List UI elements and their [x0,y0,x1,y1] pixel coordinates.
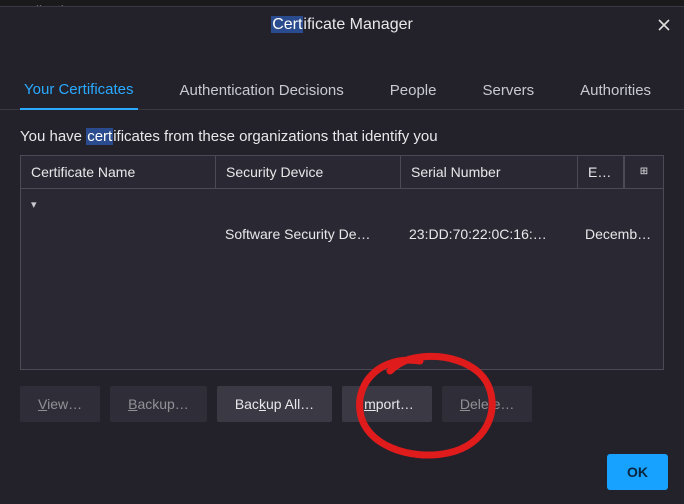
column-picker-icon[interactable]: ⊞ [624,156,663,188]
ok-button[interactable]: OK [607,454,668,490]
certificate-manager-dialog: Certificate Manager Your Certificates Au… [0,6,684,504]
table-group-row[interactable]: ▾ [21,189,663,219]
tab-authentication-decisions[interactable]: Authentication Decisions [176,72,348,109]
close-icon [657,18,671,32]
desc-post: ificates from these organizations that i… [113,128,437,145]
table-row[interactable]: Software Security De… 23:DD:70:22:0C:16:… [21,219,663,249]
description-text: You have certificates from these organiz… [0,110,684,155]
tab-people[interactable]: People [386,72,441,109]
dialog-footer: OK [607,454,668,490]
cell-security-device: Software Security De… [215,226,399,242]
tab-your-certificates[interactable]: Your Certificates [20,71,138,110]
backup-all-button[interactable]: Backup All… [217,386,332,422]
desc-highlight: cert [86,128,113,145]
titlebar: Certificate Manager [0,7,684,43]
tab-authorities[interactable]: Authorities [576,72,655,109]
chevron-down-icon[interactable]: ▾ [21,198,37,211]
delete-button[interactable]: Delete… [442,386,532,422]
table-body[interactable]: ▾ Software Security De… 23:DD:70:22:0C:1… [21,189,663,369]
col-certificate-name[interactable]: Certificate Name [21,156,216,188]
col-serial-number[interactable]: Serial Number [401,156,578,188]
import-button[interactable]: Import… [342,386,432,422]
tab-servers[interactable]: Servers [478,72,538,109]
view-button[interactable]: View… [20,386,100,422]
cell-serial-number: 23:DD:70:22:0C:16:… [399,226,575,242]
action-button-row: View… Backup… Backup All… Import… Delete… [0,370,684,422]
desc-pre: You have [20,128,86,145]
certificates-table: Certificate Name Security Device Serial … [20,155,664,370]
close-button[interactable] [654,15,674,35]
title-highlight: Cert [271,16,303,33]
backup-button[interactable]: Backup… [110,386,207,422]
cell-expires-on: December 29, 2… [575,226,663,242]
col-security-device[interactable]: Security Device [216,156,401,188]
table-header: Certificate Name Security Device Serial … [21,156,663,189]
window-title: Certificate Manager [271,16,413,34]
tab-bar: Your Certificates Authentication Decisio… [0,71,684,110]
col-expires-on[interactable]: Expires On [578,156,624,188]
title-rest: ificate Manager [303,16,412,33]
